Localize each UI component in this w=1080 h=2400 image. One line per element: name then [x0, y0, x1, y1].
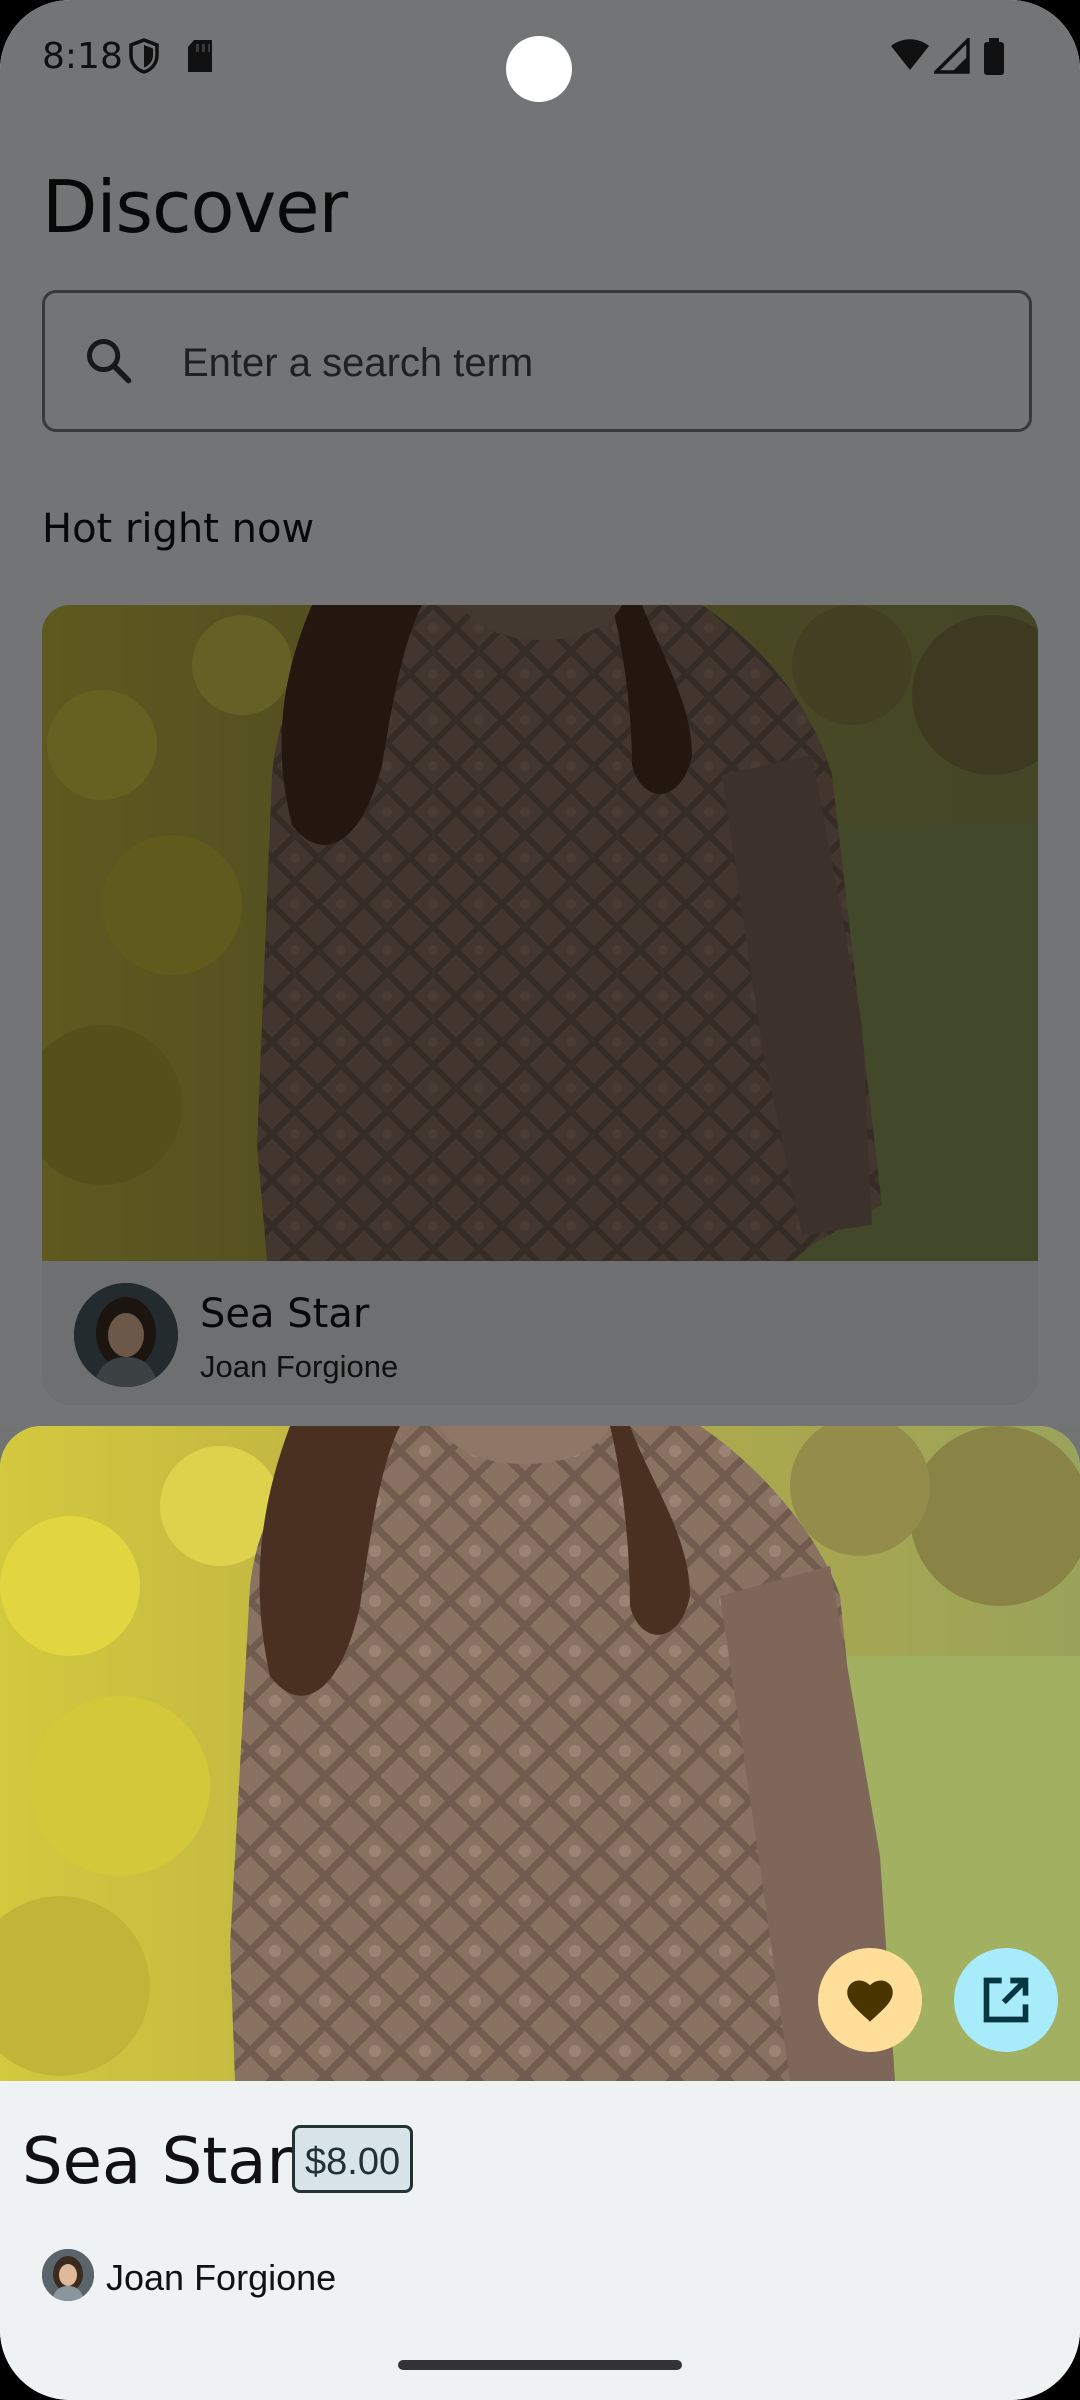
card-title: Sea Star — [200, 1291, 370, 1337]
open-external-button[interactable] — [954, 1948, 1058, 2052]
card-author: Joan Forgione — [200, 1349, 399, 1384]
detail-author[interactable]: Joan Forgione — [106, 2257, 336, 2299]
pattern-photo — [42, 605, 1038, 1261]
phone-screen: 8:18 Discover Enter a search term Hot ri… — [0, 0, 1080, 2400]
favorite-button[interactable] — [818, 1948, 922, 2052]
page-title: Discover — [42, 165, 348, 249]
detail-info: Sea Star $8.00 Joan Forgione — [0, 2081, 1080, 2400]
signal-icon — [934, 38, 970, 74]
section-heading: Hot right now — [42, 506, 315, 552]
camera-cutout — [506, 36, 572, 102]
author-avatar — [74, 1283, 178, 1387]
sd-card-icon — [188, 40, 212, 72]
pattern-card[interactable]: Sea Star Joan Forgione — [42, 605, 1038, 1405]
wifi-icon — [891, 39, 929, 70]
open-in-new-icon — [983, 1977, 1029, 2023]
price-badge: $8.00 — [292, 2125, 414, 2193]
detail-author-avatar — [42, 2249, 94, 2301]
discover-page: 8:18 Discover Enter a search term Hot ri… — [0, 0, 1080, 1426]
detail-photo — [0, 1426, 1080, 2081]
pattern-detail-sheet: Sea Star $8.00 Joan Forgione — [0, 1426, 1080, 2400]
status-time: 8:18 — [42, 36, 123, 77]
search-field[interactable] — [42, 290, 1032, 432]
search-input[interactable] — [180, 335, 984, 391]
battery-icon — [984, 38, 1004, 75]
search-icon — [87, 339, 132, 384]
detail-title: Sea Star — [22, 2125, 293, 2199]
home-indicator[interactable] — [398, 2360, 682, 2370]
heart-icon — [847, 1980, 893, 2022]
card-footer: Sea Star Joan Forgione — [42, 1261, 1038, 1405]
shield-icon — [129, 38, 159, 74]
